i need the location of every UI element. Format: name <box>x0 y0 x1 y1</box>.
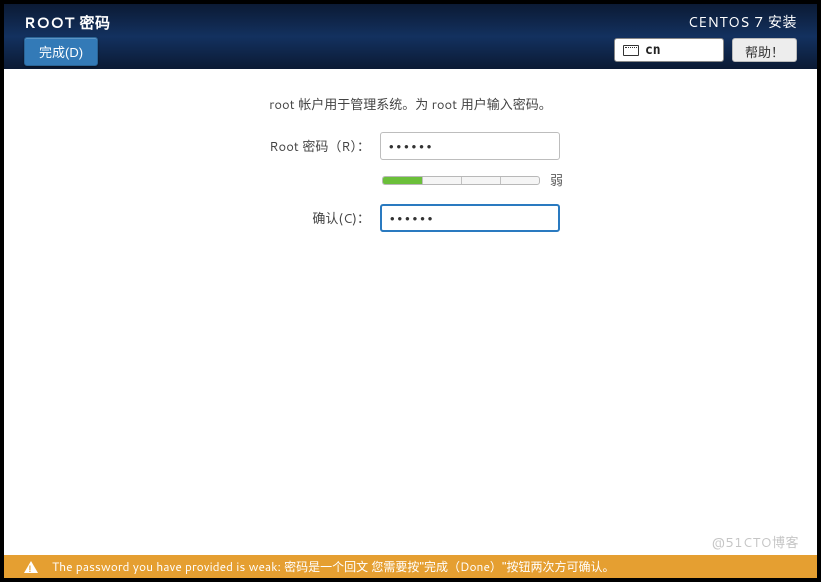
strength-divider <box>500 177 501 184</box>
top-bar: ROOT 密码 完成(D) CENTOS 7 安装 cn 帮助！ <box>4 4 817 69</box>
strength-row: 弱 <box>382 170 817 190</box>
strength-label: 弱 <box>550 170 563 190</box>
strength-fill <box>383 177 422 184</box>
password-row: Root 密码（R）： <box>242 132 817 160</box>
confirm-password-input[interactable] <box>380 204 560 232</box>
description-text: root 帐户用于管理系统。为 root 用户输入密码。 <box>4 94 817 114</box>
top-bar-controls: cn 帮助！ <box>614 38 797 62</box>
keyboard-layout-indicator[interactable]: cn <box>614 38 724 62</box>
password-input[interactable] <box>380 132 560 160</box>
warning-bar: The password you have provided is weak: … <box>4 555 817 578</box>
password-strength-meter <box>382 176 540 185</box>
done-button[interactable]: 完成(D) <box>24 37 98 66</box>
watermark-text: @51CTO博客 <box>712 532 799 552</box>
keyboard-layout-label: cn <box>645 43 661 58</box>
confirm-label: 确认(C)： <box>242 208 370 228</box>
keyboard-icon <box>623 45 639 56</box>
page-title: ROOT 密码 <box>24 12 111 33</box>
help-button[interactable]: 帮助！ <box>732 38 797 62</box>
top-bar-right: CENTOS 7 安装 cn 帮助！ <box>614 12 797 69</box>
warning-message: The password you have provided is weak: … <box>52 558 615 575</box>
strength-divider <box>461 177 462 184</box>
top-bar-left: ROOT 密码 完成(D) <box>24 12 111 69</box>
warning-icon <box>24 561 38 573</box>
installer-title: CENTOS 7 安装 <box>688 12 797 32</box>
installer-window: ROOT 密码 完成(D) CENTOS 7 安装 cn 帮助！ root 帐户… <box>0 0 821 582</box>
password-label: Root 密码（R）： <box>242 136 370 156</box>
main-content: root 帐户用于管理系统。为 root 用户输入密码。 Root 密码（R）：… <box>4 69 817 555</box>
strength-divider <box>422 177 423 184</box>
confirm-row: 确认(C)： <box>242 204 817 232</box>
